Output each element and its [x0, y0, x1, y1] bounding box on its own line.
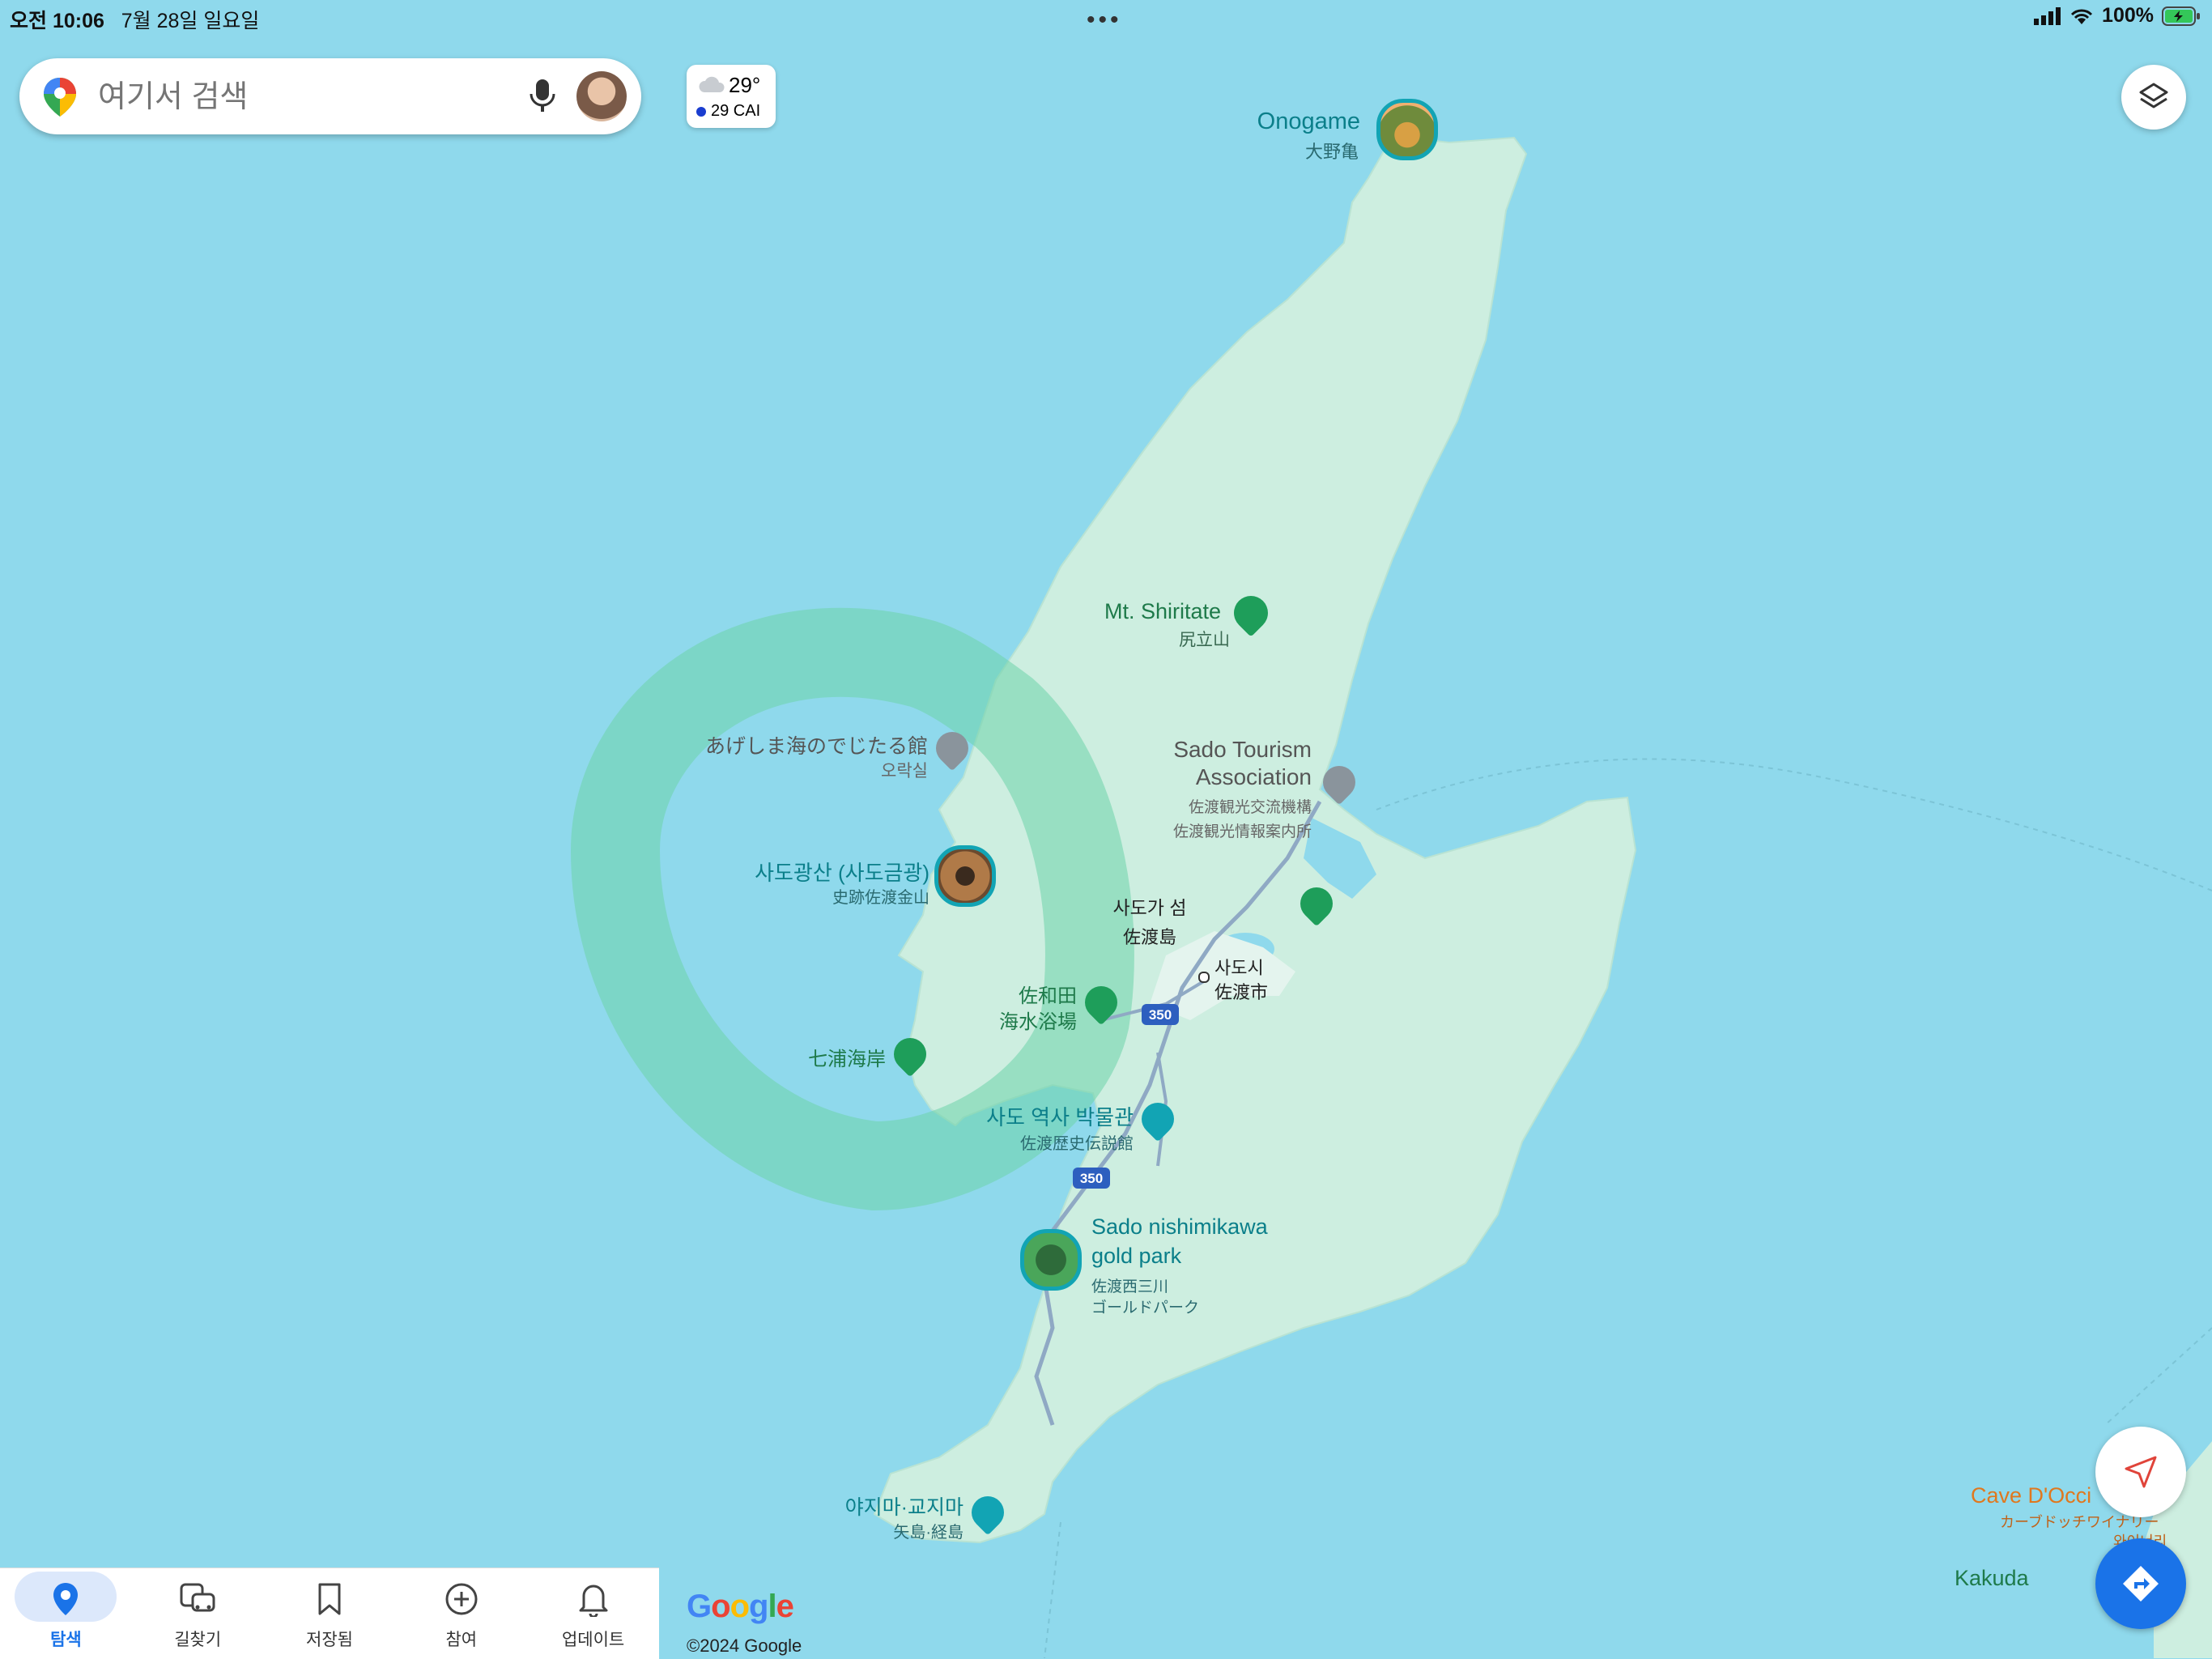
- poi-mt-shiritate[interactable]: Mt. Shiritate 尻立山: [1101, 589, 1279, 653]
- nav-saved[interactable]: 저장됨: [264, 1568, 396, 1659]
- place-pin-icon: [929, 725, 976, 772]
- microphone-icon[interactable]: [526, 76, 559, 117]
- nav-updates[interactable]: 업데이트: [527, 1568, 659, 1659]
- my-location-button[interactable]: [2095, 1427, 2186, 1517]
- battery-percentage: 100%: [2102, 4, 2154, 27]
- temperature: 29°: [729, 73, 761, 97]
- photo-marker-icon: [1020, 1229, 1082, 1291]
- poi-yajima-kyojima[interactable]: 야지마·교지마 矢島·経島: [818, 1489, 1012, 1546]
- google-logo: Google: [687, 1589, 794, 1624]
- nav-explore[interactable]: 탐색: [0, 1568, 132, 1659]
- status-indicators: 100%: [2034, 4, 2201, 28]
- poi-ageshima[interactable]: あげしま海のでじたる館 오락실: [704, 725, 980, 785]
- poi-onogame[interactable]: Onogame 大野亀: [1255, 97, 1449, 178]
- svg-text:350: 350: [1149, 1007, 1172, 1023]
- place-pin-icon: [1316, 759, 1363, 806]
- bell-icon: [579, 1585, 608, 1617]
- route-shield-350-b: 350: [1073, 1168, 1110, 1189]
- beach-icon: [887, 1031, 934, 1078]
- layers-icon: [2139, 83, 2168, 108]
- nav-directions[interactable]: 길찾기: [132, 1568, 264, 1659]
- poi-sado-history-museum[interactable]: 사도 역사 박물관 佐渡歴史伝説館: [972, 1095, 1182, 1155]
- layers-button[interactable]: [2121, 65, 2186, 130]
- nav-contribute[interactable]: 참여: [395, 1568, 527, 1659]
- directions-button[interactable]: [2095, 1538, 2186, 1629]
- weather-chip[interactable]: 29° 29 CAI: [687, 65, 776, 128]
- location-pin-icon: [53, 1583, 79, 1615]
- route-shield-350-a: 350: [1142, 1004, 1179, 1025]
- avatar[interactable]: [576, 71, 627, 121]
- location-arrow-icon: [2125, 1456, 2157, 1488]
- add-circle-icon: [445, 1583, 478, 1615]
- poi-sado-gold-mine[interactable]: 사도광산 (사도금광) 史跡佐渡金山: [729, 842, 1004, 923]
- cellular-signal-icon: [2034, 6, 2061, 25]
- status-time: 오전 10:06 7월 28일 일요일: [10, 10, 260, 32]
- beach-icon: [1078, 979, 1125, 1026]
- hiking-icon: [1227, 589, 1275, 637]
- aqi-dot-icon: [696, 106, 706, 117]
- commute-icon: [180, 1583, 215, 1612]
- city-label[interactable]: 사도시 佐渡市: [1195, 954, 1300, 1002]
- google-maps-pin-icon: [44, 78, 76, 117]
- poi-sado-tourism[interactable]: Sado Tourism Association 佐渡観光交流機構 佐渡観光情報…: [1166, 734, 1376, 840]
- cloud-icon: [699, 76, 725, 92]
- svg-text:350: 350: [1080, 1171, 1103, 1186]
- city-dot-icon: [1198, 972, 1210, 983]
- search-input[interactable]: [96, 76, 504, 118]
- map-canvas[interactable]: 350 350: [0, 0, 2212, 1658]
- wifi-icon: [2070, 9, 2093, 24]
- multitasking-handle[interactable]: •••: [1087, 6, 1122, 34]
- status-bar: 오전 10:06 7월 28일 일요일 ••• 100%: [0, 0, 2212, 36]
- bookmark-icon: [318, 1583, 341, 1615]
- attraction-icon: [964, 1489, 1011, 1536]
- poi-sawata-beach[interactable]: 佐和田 海水浴場: [980, 976, 1125, 1041]
- museum-icon: [1134, 1095, 1181, 1142]
- map-copyright: ©2024 Google: [687, 1636, 802, 1656]
- battery-charging-icon: [2162, 6, 2200, 26]
- directions-icon: [2123, 1566, 2159, 1602]
- air-quality: 29 CAI: [696, 102, 760, 121]
- bottom-navigation: 탐색 길찾기 저장됨 참여 업데이트: [0, 1568, 659, 1659]
- poi-label: Onogame: [1257, 108, 1360, 134]
- poi-kakuda[interactable]: Kakuda: [1955, 1566, 2052, 1598]
- poi-nanaura-coast[interactable]: 七浦海岸: [793, 1031, 934, 1082]
- search-bar[interactable]: [19, 58, 641, 134]
- photo-marker-icon: [934, 845, 996, 907]
- poi-nishimikawa-gold-park[interactable]: Sado nishimikawa gold park 佐渡西三川 ゴールドパーク: [1020, 1214, 1295, 1320]
- photo-marker-icon: [1376, 99, 1438, 160]
